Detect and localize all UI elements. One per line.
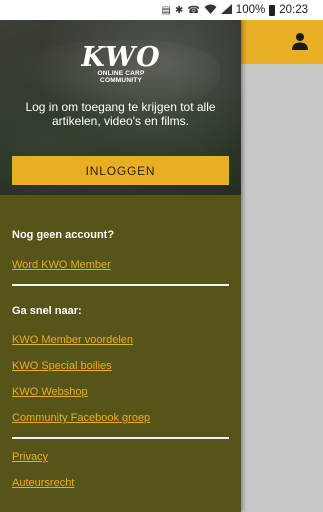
signal-icon xyxy=(220,3,232,17)
person-icon[interactable] xyxy=(291,32,309,50)
kwo-logo: KWO ONLINE CARP COMMUNITY xyxy=(78,42,164,85)
wifi-icon xyxy=(204,4,217,17)
app-toolbar xyxy=(241,20,323,64)
special-boilies-link[interactable]: KWO Special boilies xyxy=(12,360,112,372)
webshop-link[interactable]: KWO Webshop xyxy=(12,386,88,398)
app-content-overlay[interactable] xyxy=(241,64,323,512)
navigation-drawer: KWO ONLINE CARP COMMUNITY Log in om toeg… xyxy=(0,20,241,512)
privacy-link[interactable]: Privacy xyxy=(12,451,48,463)
no-account-title: Nog geen account? xyxy=(12,229,115,241)
battery-icon xyxy=(269,4,276,16)
call-icon: ☎ xyxy=(187,4,200,16)
clock: 20:23 xyxy=(279,4,308,16)
facebook-group-link[interactable]: Community Facebook groep xyxy=(12,412,150,424)
bluetooth-icon: ✱ xyxy=(174,4,184,16)
divider xyxy=(12,437,229,439)
login-button[interactable]: INLOGGEN xyxy=(12,156,229,185)
become-member-link[interactable]: Word KWO Member xyxy=(12,259,111,271)
battery-level: 100% xyxy=(235,4,266,16)
member-benefits-link[interactable]: KWO Member voordelen xyxy=(12,334,133,346)
login-intro-text: Log in om toegang te krijgen tot alle ar… xyxy=(25,100,216,128)
drawer-header: KWO ONLINE CARP COMMUNITY Log in om toeg… xyxy=(0,20,241,195)
logo-word: KWO xyxy=(81,42,161,73)
status-bar: ▤ ✱ ☎ 100% 20:23 xyxy=(0,0,323,20)
sim-icon: ▤ xyxy=(161,4,171,16)
copyright-link[interactable]: Auteursrecht xyxy=(12,477,74,489)
divider xyxy=(12,284,229,286)
quick-nav-title: Ga snel naar: xyxy=(12,305,82,317)
